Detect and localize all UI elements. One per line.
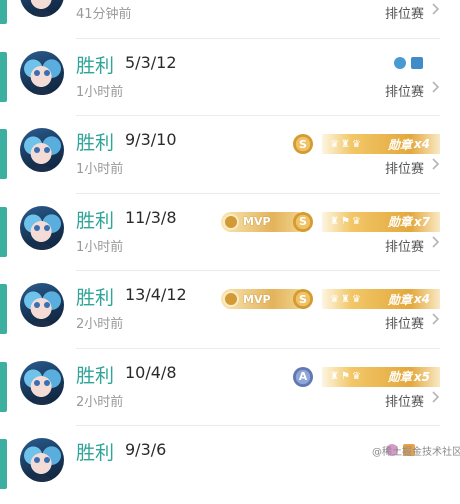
chevron-right-icon — [432, 3, 440, 15]
medal-banner: ♛♜♛ 勋章 x4 — [322, 289, 440, 309]
match-mode: 排位赛 — [384, 394, 424, 410]
hero-avatar — [20, 0, 64, 17]
medal-count: x5 — [413, 369, 430, 384]
result-indicator-bar — [0, 361, 7, 412]
match-row[interactable]: 胜利 13/4/12 MVP S ♛♜♛ 勋章 x4 2小时前 排位赛 — [0, 271, 460, 349]
grade-badge: A — [293, 366, 313, 387]
medal-count: x7 — [413, 214, 430, 229]
match-mode: 排位赛 — [384, 7, 424, 22]
medal-glyph-icons: ♛♜♛ — [330, 293, 363, 305]
result-indicator-bar — [0, 129, 7, 179]
grade-badge: S — [293, 289, 313, 309]
achievement-icons — [394, 56, 423, 69]
hero-avatar — [20, 283, 64, 327]
match-kda: 13/4/12 — [125, 285, 187, 304]
chevron-right-icon — [432, 390, 440, 403]
match-mode: 排位赛 — [384, 84, 424, 100]
match-result: 胜利 — [76, 364, 115, 387]
grade-badge: S — [293, 134, 313, 154]
match-row[interactable]: 胜利 11/3/8 MVP S ♜⚑♛ 勋章 x7 1小时前 排位赛 — [0, 194, 460, 271]
match-row[interactable]: 胜利 9/3/6 — [0, 426, 460, 504]
match-kda: 5/3/12 — [125, 52, 177, 72]
mvp-emblem-icon — [223, 291, 239, 307]
match-row[interactable]: 胜利 9/3/10 S ♛♜♛ 勋章 x4 1小时前 排位赛 — [0, 116, 460, 194]
result-indicator-bar — [0, 206, 7, 257]
match-kda: 10/4/8 — [125, 362, 177, 382]
result-indicator-bar — [0, 0, 7, 24]
blue-emblem-icon — [394, 56, 406, 69]
result-indicator-bar — [0, 439, 7, 489]
match-time: 2小时前 — [76, 317, 124, 332]
match-row[interactable]: 胜利 5/3/12 1小时前 排位赛 — [0, 39, 460, 116]
match-mode: 排位赛 — [384, 317, 424, 332]
match-time: 1小时前 — [76, 239, 124, 255]
medal-label: 勋章 — [387, 137, 412, 152]
medal-glyph-icons: ♜⚑♛ — [330, 371, 363, 382]
medal-label: 勋章 — [387, 370, 412, 384]
medal-glyph-icons: ♜⚑♛ — [330, 216, 363, 227]
mvp-label: MVP — [243, 292, 271, 306]
medal-glyph-icons: ♛♜♛ — [330, 138, 363, 150]
match-result: 胜利 — [76, 54, 115, 77]
match-time: 1小时前 — [76, 84, 124, 100]
match-time: 2小时前 — [76, 394, 124, 410]
hero-avatar — [20, 205, 64, 250]
match-result: 胜利 — [76, 287, 115, 309]
medal-label: 勋章 — [387, 215, 412, 229]
medal-count: x4 — [413, 292, 430, 306]
hero-avatar — [20, 50, 64, 95]
match-mode: 排位赛 — [384, 239, 424, 255]
medal-banner: ♜⚑♛ 勋章 x7 — [322, 211, 440, 232]
match-result: 胜利 — [76, 442, 115, 464]
match-time: 1小时前 — [76, 162, 124, 177]
result-indicator-bar — [0, 284, 7, 334]
hero-avatar — [20, 438, 64, 482]
medal-banner: ♜⚑♛ 勋章 x5 — [322, 366, 440, 387]
watermark: @稀土掘金技术社区 — [372, 447, 460, 458]
match-kda: 9/3/10 — [125, 130, 177, 149]
match-kda: 11/3/8 — [125, 207, 177, 227]
match-time: 41分钟前 — [76, 7, 132, 22]
match-row[interactable]: 胜利 10/4/8 A ♜⚑♛ 勋章 x5 2小时前 排位赛 — [0, 349, 460, 426]
grade-badge: S — [293, 211, 313, 232]
result-indicator-bar — [0, 51, 7, 102]
match-kda: 9/3/6 — [125, 440, 167, 459]
mvp-emblem-icon — [223, 213, 239, 230]
chevron-right-icon — [432, 80, 440, 93]
chevron-right-icon — [432, 235, 440, 248]
blue-trophy-icon — [411, 56, 423, 69]
medal-banner: ♛♜♛ 勋章 x4 — [322, 134, 440, 154]
mvp-label: MVP — [243, 215, 271, 228]
medal-label: 勋章 — [387, 292, 412, 307]
match-history-list: 41分钟前 排位赛 胜利 5/3/12 1小时前 排位赛 胜利 9/3/10 S… — [0, 0, 460, 504]
match-result: 胜利 — [76, 209, 115, 232]
match-result: 胜利 — [76, 132, 115, 154]
hero-avatar — [20, 360, 64, 405]
match-row[interactable]: 41分钟前 排位赛 — [0, 0, 460, 39]
chevron-right-icon — [432, 158, 440, 170]
hero-avatar — [20, 128, 64, 172]
medal-count: x4 — [413, 137, 430, 151]
chevron-right-icon — [432, 313, 440, 325]
match-mode: 排位赛 — [384, 162, 424, 177]
